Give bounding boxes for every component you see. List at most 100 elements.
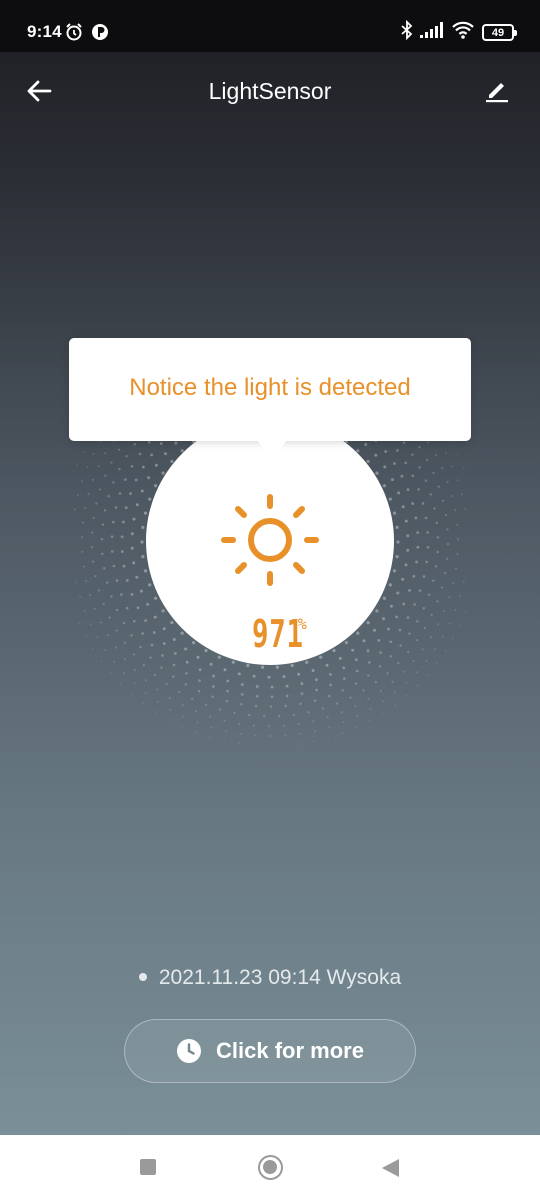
halo-dot (388, 583, 392, 587)
halo-dot (122, 671, 125, 674)
halo-dot (355, 669, 359, 673)
halo-dot (81, 480, 83, 483)
halo-dot (174, 441, 178, 445)
halo-dot (436, 536, 440, 539)
halo-dot (406, 616, 410, 619)
halo-dot (217, 655, 221, 659)
bullet-dot (138, 973, 147, 981)
halo-dot (198, 668, 202, 672)
halo-dot (312, 720, 315, 723)
halo-dot (305, 660, 309, 664)
halo-dot (299, 702, 302, 706)
halo-dot (84, 635, 87, 638)
halo-dot (117, 448, 121, 451)
halo-dot (404, 519, 408, 523)
halo-dot (397, 661, 400, 665)
halo-dot (435, 521, 439, 525)
halo-dot (238, 742, 240, 745)
halo-dot (398, 628, 402, 632)
halo-dot (267, 675, 271, 679)
halo-dot (434, 454, 437, 457)
halo-dot (446, 557, 449, 560)
halo-dot (185, 672, 188, 675)
halo-dot (456, 553, 459, 556)
halo-dot (405, 681, 408, 684)
halo-dot (139, 645, 142, 649)
halo-dot (146, 602, 150, 606)
halo-dot (196, 655, 200, 659)
halo-dot (395, 525, 399, 529)
sensor-reading: 971% (146, 612, 394, 656)
halo-dot (342, 677, 346, 680)
halo-dot (122, 621, 126, 625)
edit-button[interactable] (484, 77, 512, 105)
halo-dot (144, 692, 147, 694)
halo-dot (231, 660, 235, 664)
tooltip-text: Notice the light is detected (129, 374, 411, 401)
halo-dot (120, 593, 123, 596)
halo-dot (422, 575, 426, 578)
halo-dot (454, 509, 457, 512)
halo-dot (156, 700, 159, 703)
halo-dot (418, 466, 421, 469)
halo-dot (147, 440, 151, 444)
halo-dot (130, 634, 133, 637)
halo-dot (84, 507, 87, 510)
halo-dot (143, 569, 148, 573)
halo-dot (402, 441, 406, 444)
halo-dot (104, 474, 107, 477)
halo-dot (118, 492, 122, 495)
halo-dot (112, 481, 115, 484)
halo-dot (458, 624, 461, 627)
halo-dot (374, 453, 378, 457)
recent-apps-button[interactable] (140, 1159, 156, 1175)
halo-dot (408, 588, 411, 592)
sensor-value: 971 (252, 612, 304, 656)
halo-dot (255, 694, 259, 698)
halo-dot (424, 516, 428, 520)
halo-dot (456, 453, 459, 456)
halo-dot (443, 572, 447, 575)
last-event: 2021.11.23 09:14 Wysoka (0, 966, 540, 990)
halo-dot (446, 528, 449, 531)
halo-dot (99, 488, 102, 491)
halo-dot (97, 465, 100, 468)
halo-dot (204, 703, 208, 706)
sun-icon (221, 494, 319, 586)
halo-dot (395, 615, 399, 619)
halo-dot (226, 689, 229, 693)
system-back-button[interactable] (382, 1159, 399, 1177)
halo-dot (223, 739, 225, 742)
halo-dot (163, 452, 168, 456)
halo-dot (119, 683, 122, 685)
halo-dot (223, 668, 227, 672)
halo-dot (141, 632, 144, 635)
halo-dot (440, 586, 444, 589)
halo-dot (211, 695, 214, 699)
halo-dot (237, 672, 241, 676)
halo-dot (349, 696, 352, 699)
click-for-more-button[interactable]: Click for more (124, 1019, 416, 1083)
halo-dot (97, 589, 101, 592)
halo-dot (218, 708, 222, 711)
halo-dot (444, 513, 448, 517)
halo-dot (102, 567, 106, 570)
halo-dot (456, 523, 459, 526)
halo-dot (327, 736, 329, 739)
halo-dot (312, 740, 315, 743)
halo-dot (326, 716, 329, 719)
halo-dot (423, 626, 427, 630)
halo-dot (255, 685, 259, 688)
halo-dot (113, 660, 116, 663)
halo-dot (426, 531, 430, 534)
halo-dot (195, 710, 198, 713)
halo-dot (415, 671, 418, 674)
halo-dot (76, 464, 79, 467)
halo-dot (114, 646, 118, 649)
halo-dot (252, 674, 256, 678)
halo-dot (198, 679, 201, 682)
halo-dot (367, 661, 371, 664)
halo-dot (368, 720, 371, 722)
halo-dot (411, 502, 415, 506)
home-button[interactable] (258, 1155, 283, 1180)
